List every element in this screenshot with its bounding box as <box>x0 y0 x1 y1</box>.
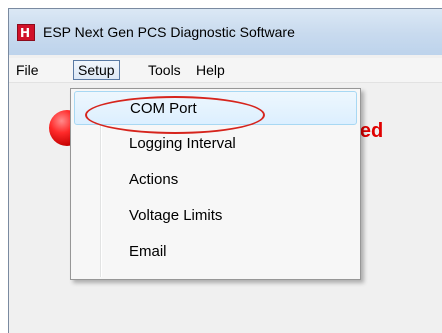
menu-item-label: COM Port <box>130 100 197 117</box>
menu-help[interactable]: Help <box>192 60 229 80</box>
menu-item-label: Email <box>129 243 167 260</box>
menu-item-actions[interactable]: Actions <box>74 163 357 197</box>
menu-item-com-port[interactable]: COM Port <box>74 91 357 125</box>
menu-setup[interactable]: Setup <box>73 60 120 80</box>
setup-dropdown-menu: COM Port Logging Interval Actions Voltag… <box>70 88 361 280</box>
app-logo-icon: H <box>17 24 35 41</box>
app-logo-glyph: H <box>20 26 31 40</box>
app-window: H ESP Next Gen PCS Diagnostic Software F… <box>8 8 442 333</box>
menu-item-logging-interval[interactable]: Logging Interval <box>74 127 357 161</box>
menu-bar: File Setup Tools Help <box>9 58 442 83</box>
menu-item-voltage-limits[interactable]: Voltage Limits <box>74 199 357 233</box>
menu-tools[interactable]: Tools <box>144 60 185 80</box>
window-title: ESP Next Gen PCS Diagnostic Software <box>43 24 295 40</box>
menu-item-label: Actions <box>129 171 179 188</box>
menu-file[interactable]: File <box>12 60 43 80</box>
menu-item-label: Logging Interval <box>129 135 236 152</box>
menu-item-email[interactable]: Email <box>74 235 357 269</box>
title-bar[interactable]: H ESP Next Gen PCS Diagnostic Software <box>9 9 442 55</box>
menu-item-label: Voltage Limits <box>129 207 223 224</box>
